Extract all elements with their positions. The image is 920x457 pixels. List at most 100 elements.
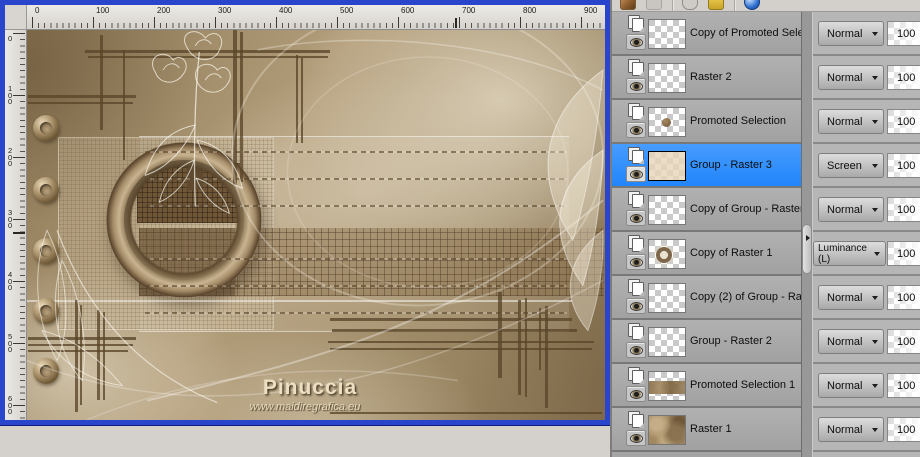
layer-thumbnail[interactable] bbox=[648, 63, 686, 93]
layer-name[interactable]: Copy of Raster 1 bbox=[690, 232, 773, 274]
layer-name[interactable]: Promoted Selection bbox=[690, 100, 786, 142]
h-ruler-major-tick bbox=[398, 17, 399, 28]
layer-name-zone[interactable]: Copy (2) of Group - Raster 2 bbox=[612, 276, 829, 320]
layer-thumbnail[interactable] bbox=[648, 195, 686, 225]
v-ruler-major-tick bbox=[13, 219, 25, 220]
grommet bbox=[33, 238, 59, 264]
visibility-toggle[interactable] bbox=[626, 210, 646, 226]
blend-mode-select[interactable]: Normal bbox=[818, 417, 884, 442]
blend-mode-select[interactable]: Normal bbox=[818, 109, 884, 134]
layer-row[interactable]: Promoted Selection 1 Normal 100 bbox=[612, 364, 920, 408]
layer-row[interactable]: Group - Raster 3 Screen 100 bbox=[612, 144, 920, 188]
chevron-down-icon bbox=[872, 207, 878, 212]
blend-mode-select[interactable]: Normal bbox=[818, 197, 884, 222]
visibility-toggle[interactable] bbox=[626, 166, 646, 182]
layer-name[interactable]: Raster 1 bbox=[690, 408, 732, 450]
blend-mode-select[interactable]: Screen bbox=[818, 153, 884, 178]
visibility-toggle[interactable] bbox=[626, 342, 646, 358]
v-ruler: 0 1 0 0 2 0 0 3 0 0 4 0 0 5 0 0 6 0 0 bbox=[5, 30, 27, 420]
opacity-value[interactable]: 100 bbox=[887, 65, 920, 90]
blend-mode-label: Normal bbox=[827, 203, 863, 216]
opacity-value[interactable]: 100 bbox=[887, 109, 920, 134]
visibility-toggle[interactable] bbox=[626, 122, 646, 138]
layer-blend-zone: Screen 100 bbox=[813, 144, 920, 188]
layer-name-zone[interactable]: Group - Raster 2 bbox=[612, 320, 801, 364]
layer-row[interactable]: Copy of Group - Raster 2 Normal 100 bbox=[612, 188, 920, 232]
blend-mode-select[interactable]: Normal bbox=[818, 329, 884, 354]
layer-row[interactable]: Copy (2) of Group - Raster 2 Normal 100 bbox=[612, 276, 920, 320]
layer-name-zone[interactable]: Copy of Raster 1 bbox=[612, 232, 801, 276]
opacity-value[interactable]: 100 bbox=[887, 197, 920, 222]
toolbar-icon-image[interactable] bbox=[620, 0, 636, 10]
layer-blend-zone: Normal 100 bbox=[813, 188, 920, 232]
blend-mode-select[interactable]: Luminance (L) bbox=[813, 241, 886, 266]
layer-name-zone[interactable]: Copy of Promoted Selection bbox=[612, 12, 827, 56]
layer-row[interactable]: Raster 2 Normal 100 bbox=[612, 56, 920, 100]
panel-splitter[interactable] bbox=[801, 12, 813, 457]
layer-row[interactable]: Copy of Raster 1 Luminance (L) 100 bbox=[612, 232, 920, 276]
chevron-down-icon bbox=[872, 295, 878, 300]
plaid-line bbox=[328, 341, 594, 343]
layer-name-zone[interactable]: Group - Raster 3 bbox=[612, 144, 801, 188]
visibility-toggle[interactable] bbox=[626, 430, 646, 446]
layer-name[interactable]: Raster 2 bbox=[690, 56, 732, 98]
layer-name-zone[interactable]: Raster 1 bbox=[612, 408, 801, 452]
layer-blend-zone: Normal 100 bbox=[813, 320, 920, 364]
opacity-value[interactable]: 100 bbox=[887, 285, 920, 310]
opacity-value[interactable]: 100 bbox=[887, 21, 920, 46]
visibility-toggle[interactable] bbox=[626, 78, 646, 94]
opacity-value[interactable]: 100 bbox=[887, 373, 920, 398]
page-front-icon bbox=[632, 282, 644, 296]
layer-blend-zone: Normal 100 bbox=[813, 364, 920, 408]
visibility-toggle[interactable] bbox=[626, 298, 646, 314]
layer-thumbnail[interactable] bbox=[648, 283, 686, 313]
plaid-line bbox=[296, 55, 298, 143]
layer-name-zone[interactable]: Raster 2 bbox=[612, 56, 801, 100]
blend-mode-select[interactable]: Normal bbox=[818, 65, 884, 90]
plaid-line bbox=[28, 102, 133, 104]
layer-thumbnail[interactable] bbox=[648, 151, 686, 181]
layer-row[interactable]: Copy of Promoted Selection Normal 100 bbox=[612, 12, 920, 56]
layer-thumbnail[interactable] bbox=[648, 107, 686, 137]
layer-name-zone[interactable]: Promoted Selection 1 bbox=[612, 364, 801, 408]
opacity-number: 100 bbox=[897, 379, 916, 392]
layer-thumbnail[interactable] bbox=[648, 19, 686, 49]
opacity-value[interactable]: 100 bbox=[887, 153, 920, 178]
document-window[interactable]: 0 100 200 300 400 500 600 700 800 900 0 1 0 0 2 0 0… bbox=[0, 0, 610, 425]
h-ruler-label: 100 bbox=[96, 6, 110, 15]
layer-name[interactable]: Promoted Selection 1 bbox=[690, 364, 795, 406]
blend-mode-label: Normal bbox=[827, 423, 863, 436]
layer-name-zone[interactable]: Promoted Selection bbox=[612, 100, 801, 144]
visibility-toggle[interactable] bbox=[626, 386, 646, 402]
layer-thumbnail[interactable] bbox=[648, 327, 686, 357]
splitter-handle[interactable] bbox=[802, 224, 812, 274]
plaid-line bbox=[97, 310, 100, 400]
layer-row[interactable]: Promoted Selection Normal 100 bbox=[612, 100, 920, 144]
website-url: www.maidiregrafica.eu bbox=[249, 401, 361, 413]
layer-thumbnail[interactable] bbox=[648, 415, 686, 445]
layer-thumbnail[interactable] bbox=[648, 371, 686, 401]
visibility-toggle[interactable] bbox=[626, 34, 646, 50]
layer-name[interactable]: Group - Raster 2 bbox=[690, 320, 772, 362]
page-front-icon bbox=[632, 18, 644, 32]
toolbar-icon-disabled-tool[interactable] bbox=[646, 0, 662, 10]
blend-mode-select[interactable]: Normal bbox=[818, 373, 884, 398]
visibility-toggle[interactable] bbox=[626, 254, 646, 270]
opacity-value[interactable]: 100 bbox=[887, 329, 920, 354]
layer-row[interactable]: Group - Raster 2 Normal 100 bbox=[612, 320, 920, 364]
opacity-value[interactable]: 100 bbox=[887, 241, 920, 266]
canvas-image[interactable]: Pinuccia www.maidiregrafica.eu bbox=[27, 30, 605, 420]
opacity-value[interactable]: 100 bbox=[887, 417, 920, 442]
layer-name[interactable]: Group - Raster 3 bbox=[690, 144, 772, 186]
blend-mode-select[interactable]: Normal bbox=[818, 21, 884, 46]
layer-row[interactable]: Raster 1 Normal 100 bbox=[612, 408, 920, 452]
blend-mode-select[interactable]: Normal bbox=[818, 285, 884, 310]
h-ruler-label: 800 bbox=[523, 6, 537, 15]
layer-name-zone[interactable]: Copy of Group - Raster 2 bbox=[612, 188, 813, 232]
layer-thumbnail[interactable] bbox=[648, 239, 686, 269]
toolbar-icon-paperclip[interactable] bbox=[682, 0, 698, 10]
layer-name[interactable]: Copy of Group - Raster 2 bbox=[690, 188, 813, 230]
toolbar-icon-key[interactable] bbox=[708, 0, 724, 10]
blend-mode-label: Normal bbox=[827, 379, 863, 392]
toolbar-icon-sphere[interactable] bbox=[744, 0, 760, 10]
